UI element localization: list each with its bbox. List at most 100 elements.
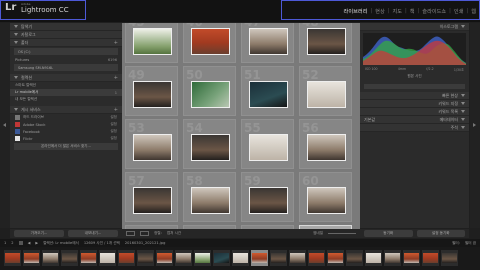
sync-settings-button[interactable]: 설정 동기화 — [416, 230, 465, 237]
grid-cell[interactable]: 52 — [299, 66, 352, 116]
grid-cell[interactable]: 45 — [125, 23, 178, 63]
import-button[interactable]: 가져오기... — [14, 230, 64, 237]
filmstrip-thumb[interactable] — [403, 250, 420, 266]
photo-thumbnail[interactable] — [249, 134, 288, 161]
photo-thumbnail[interactable] — [307, 134, 346, 161]
module-tab[interactable]: 웹 — [471, 8, 476, 15]
collection-row-smart[interactable]: 스마트 컬렉션 — [10, 82, 122, 89]
keywording-header[interactable]: 키워드 지정 — [360, 100, 469, 108]
metadata-header[interactable]: 기본값 메타데이터 — [360, 116, 469, 124]
photo-thumbnail[interactable] — [249, 187, 288, 214]
service-setup[interactable]: 설정 — [110, 129, 117, 134]
filmstrip-thumb[interactable] — [4, 250, 21, 266]
publish-row-harddrive[interactable]: 하드 드라이브 설정 — [10, 114, 122, 121]
grid-icon[interactable] — [18, 241, 23, 245]
grid-cell[interactable]: 54 — [183, 119, 236, 169]
filmstrip-thumb[interactable] — [346, 250, 363, 266]
filter-value[interactable]: 필터 끔 — [465, 241, 476, 246]
right-panel-toggle[interactable] — [470, 23, 480, 228]
nav-back-icon[interactable]: ◀ — [28, 241, 31, 245]
photo-thumbnail[interactable] — [133, 81, 172, 108]
grid-cell[interactable]: 50 — [183, 66, 236, 116]
quick-develop-header[interactable]: 빠른 현상 — [360, 92, 469, 100]
service-setup[interactable]: 설정 — [110, 122, 117, 127]
grid-cell[interactable]: 53 — [125, 119, 178, 169]
add-service-icon[interactable]: + — [114, 107, 118, 113]
photo-thumbnail[interactable] — [191, 28, 230, 55]
thumbnail-size-slider[interactable] — [328, 233, 356, 234]
photo-thumbnail[interactable] — [249, 28, 288, 55]
publish-row-adobe-stock[interactable]: Adobe Stock 설정 — [10, 121, 122, 128]
grid-cell[interactable]: 49 — [125, 66, 178, 116]
comments-header[interactable]: 주석 — [360, 124, 469, 132]
filmstrip-thumb[interactable] — [99, 250, 116, 266]
grid-view[interactable]: 4546474849505152535455565758596061626364 — [122, 23, 360, 229]
catalog-header[interactable]: 카탈로그 — [10, 31, 122, 39]
grid-cell[interactable]: 58 — [183, 172, 236, 222]
module-tab[interactable]: 슬라이드쇼 — [422, 8, 446, 15]
grid-cell[interactable]: 51 — [241, 66, 294, 116]
publish-row-facebook[interactable]: Facebook 설정 — [10, 128, 122, 135]
left-panel-toggle[interactable] — [0, 23, 10, 228]
publish-row-flickr[interactable]: Flickr 설정 — [10, 135, 122, 142]
nav-forward-icon[interactable]: ▶ — [35, 241, 38, 245]
grid-cell[interactable]: 46 — [183, 23, 236, 63]
filmstrip-thumb[interactable] — [137, 250, 154, 266]
filmstrip-thumb[interactable] — [42, 250, 59, 266]
loupe-view-icon[interactable] — [140, 231, 149, 236]
grid-view-icon[interactable] — [126, 231, 135, 236]
folder-volume-os[interactable]: OS (C:) — [14, 48, 118, 55]
photo-thumbnail[interactable] — [307, 187, 346, 214]
filmstrip-thumb[interactable] — [80, 250, 97, 266]
collection-row-all[interactable]: 내 모든 컬렉션 — [10, 96, 122, 103]
photo-thumbnail[interactable] — [307, 81, 346, 108]
preset-dropdown[interactable] — [364, 83, 465, 89]
service-setup[interactable]: 설정 — [110, 115, 117, 120]
module-tab[interactable]: 책 — [410, 8, 415, 15]
service-setup[interactable]: 설정 — [110, 136, 117, 141]
filmstrip-thumb[interactable] — [175, 250, 192, 266]
grid-cell[interactable]: 48 — [299, 23, 352, 63]
grid-cell[interactable]: 57 — [125, 172, 178, 222]
grid-cell[interactable]: 60 — [299, 172, 352, 222]
folders-header[interactable]: 폴더 + — [10, 39, 122, 47]
add-collection-icon[interactable]: + — [114, 75, 118, 81]
metadata-preset-label[interactable]: 기본값 — [364, 117, 375, 123]
folder-row-pictures[interactable]: Pictures 6196 — [10, 56, 122, 63]
collection-row-lr-mobile[interactable]: Lr mobile에서 1 — [10, 89, 122, 96]
filmstrip-thumb[interactable] — [194, 250, 211, 266]
filmstrip-thumb[interactable] — [251, 250, 268, 266]
publish-header[interactable]: 게시 서비스 + — [10, 106, 122, 114]
page-2-button[interactable]: 2 — [11, 241, 13, 245]
add-folder-icon[interactable]: + — [114, 40, 118, 46]
source-label[interactable]: 컬렉션: Lr mobile에서 — [43, 241, 79, 246]
module-tab[interactable]: 현상 — [375, 8, 385, 15]
photo-thumbnail[interactable] — [191, 81, 230, 108]
folder-volume-samsung[interactable]: Samsung SM-N916L — [14, 64, 118, 71]
filmstrip-thumb[interactable] — [327, 250, 344, 266]
module-tab[interactable]: 라이브러리 — [344, 8, 368, 15]
filmstrip-thumb[interactable] — [232, 250, 249, 266]
photo-thumbnail[interactable] — [191, 187, 230, 214]
find-more-services-button[interactable]: 온라인에서 더 많은 서비스 찾기... — [14, 143, 118, 150]
filmstrip-thumb[interactable] — [384, 250, 401, 266]
filmstrip-thumb[interactable] — [365, 250, 382, 266]
collections-header[interactable]: 컬렉션 + — [10, 74, 122, 82]
filmstrip-thumb[interactable] — [23, 250, 40, 266]
filmstrip-thumb[interactable] — [308, 250, 325, 266]
photo-thumbnail[interactable] — [133, 134, 172, 161]
filmstrip-thumb[interactable] — [270, 250, 287, 266]
filmstrip-thumb[interactable] — [61, 250, 78, 266]
page-1-button[interactable]: 1 — [4, 241, 6, 245]
sync-button[interactable]: 동기화 — [364, 230, 413, 237]
grid-cell[interactable]: 59 — [241, 172, 294, 222]
filmstrip-thumb[interactable] — [441, 250, 458, 266]
photo-thumbnail[interactable] — [307, 28, 346, 55]
keyword-list-header[interactable]: 키워드 목록 — [360, 108, 469, 116]
module-tab[interactable]: 지도 — [392, 8, 402, 15]
photo-thumbnail[interactable] — [249, 81, 288, 108]
grid-cell[interactable]: 47 — [241, 23, 294, 63]
filmstrip[interactable] — [0, 247, 480, 270]
photo-thumbnail[interactable] — [191, 134, 230, 161]
sort-value[interactable]: 캡처 시간 — [167, 231, 181, 236]
